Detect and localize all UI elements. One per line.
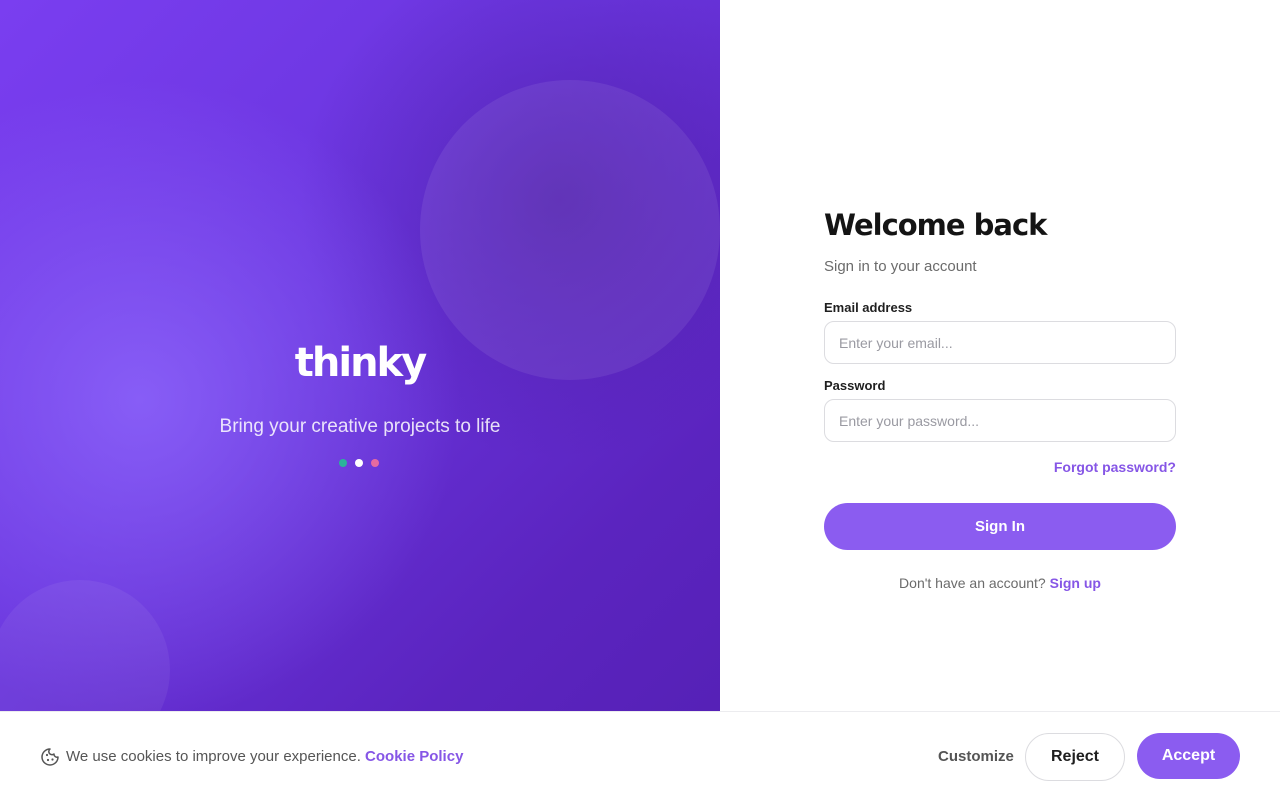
- email-label: Email address: [824, 300, 913, 315]
- accept-button[interactable]: Accept: [1137, 733, 1240, 779]
- signup-prompt-text: Don't have an account?: [899, 575, 1046, 591]
- sign-up-link[interactable]: Sign up: [1050, 575, 1101, 591]
- sign-in-button[interactable]: Sign In: [824, 503, 1176, 550]
- carousel-dot[interactable]: [371, 459, 379, 467]
- cookie-message-text: We use cookies to improve your experienc…: [66, 748, 361, 765]
- reject-button[interactable]: Reject: [1025, 733, 1125, 781]
- signup-prompt: Don't have an account? Sign up: [824, 575, 1176, 591]
- customize-button[interactable]: Customize: [930, 736, 1022, 776]
- cookie-message: We use cookies to improve your experienc…: [66, 748, 463, 765]
- password-field[interactable]: [824, 399, 1176, 442]
- cookie-banner: We use cookies to improve your experienc…: [0, 711, 1280, 800]
- page-title: Welcome back: [824, 208, 1047, 242]
- password-label: Password: [824, 378, 886, 393]
- hero-panel: thinky Bring your creative projects to l…: [0, 0, 720, 800]
- forgot-password-link[interactable]: Forgot password?: [1054, 459, 1176, 475]
- cookie-policy-link[interactable]: Cookie Policy: [365, 748, 463, 765]
- carousel-dots: [339, 459, 379, 467]
- page-subtitle: Sign in to your account: [824, 258, 977, 275]
- decorative-circle: [420, 80, 720, 380]
- brand-logo: thinky: [294, 340, 427, 386]
- email-field[interactable]: [824, 321, 1176, 364]
- cookie-icon: [41, 748, 59, 766]
- carousel-dot[interactable]: [355, 459, 363, 467]
- hero-tagline: Bring your creative projects to life: [219, 416, 501, 437]
- carousel-dot[interactable]: [339, 459, 347, 467]
